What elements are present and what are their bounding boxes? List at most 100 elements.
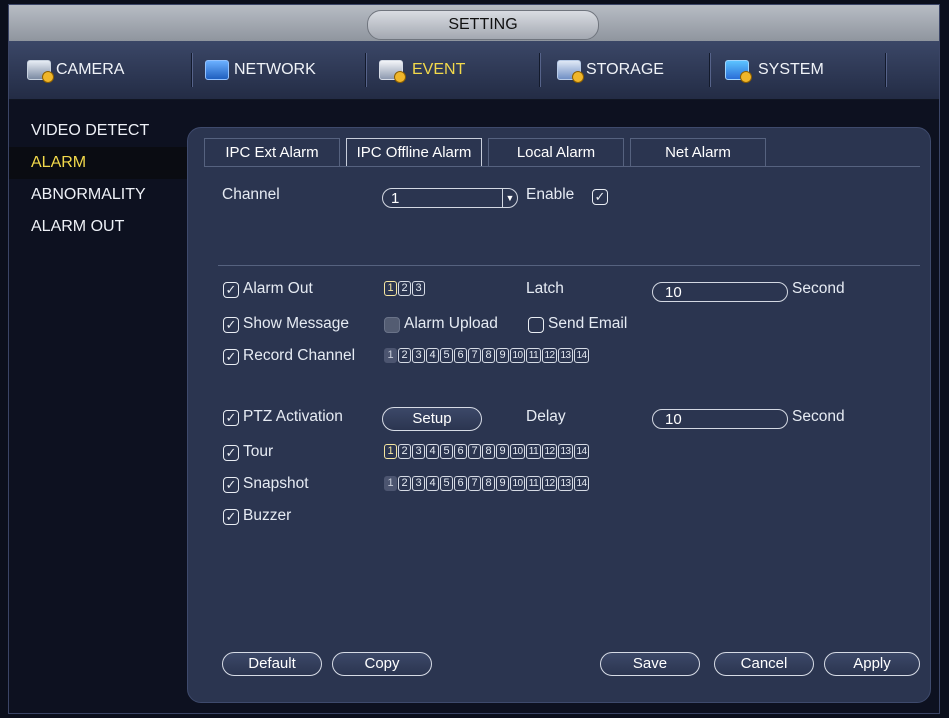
tab-ipc-offline-alarm[interactable]: IPC Offline Alarm [346,138,482,166]
record-channel-3[interactable]: 3 [412,348,425,363]
latch-unit-label: Second [792,280,845,297]
latch-input[interactable]: 10 [652,282,788,302]
record-channel-checkbox[interactable]: ✓ [223,349,239,365]
tab-ipc-ext-alarm[interactable]: IPC Ext Alarm [204,138,340,166]
record-channel-13[interactable]: 13 [558,348,573,363]
channel-value: 1 [391,190,400,207]
title-bar: SETTING [9,5,939,41]
ptz-activation-checkbox[interactable]: ✓ [223,410,239,426]
buzzer-label: Buzzer [243,507,292,524]
record-channel-6[interactable]: 6 [454,348,467,363]
nav-camera[interactable]: CAMERA [27,51,124,89]
snapshot-channel-5[interactable]: 5 [440,476,453,491]
record-channel-5[interactable]: 5 [440,348,453,363]
snapshot-channel-3[interactable]: 3 [412,476,425,491]
tour-channel-12[interactable]: 12 [542,444,557,459]
record-channel-4[interactable]: 4 [426,348,439,363]
nav-storage-label: STORAGE [586,61,664,78]
snapshot-channel-2[interactable]: 2 [398,476,411,491]
snapshot-channel-13[interactable]: 13 [558,476,573,491]
snapshot-channel-9[interactable]: 9 [496,476,509,491]
record-channel-11[interactable]: 11 [526,348,541,363]
snapshot-channel-6[interactable]: 6 [454,476,467,491]
alarm-out-1[interactable]: 1 [384,281,397,296]
storage-icon [557,60,584,83]
tab-local-alarm[interactable]: Local Alarm [488,138,624,166]
nav-storage[interactable]: STORAGE [557,51,664,89]
top-navigation: CAMERA NETWORK EVENT STORAGE SYSTEM [9,41,939,100]
alarm-out-numbers: 1 2 3 [384,281,426,296]
show-message-checkbox[interactable]: ✓ [223,317,239,333]
ptz-setup-button[interactable]: Setup [382,407,482,431]
record-channel-label: Record Channel [243,347,356,364]
tour-channel-5[interactable]: 5 [440,444,453,459]
nav-event[interactable]: EVENT [379,51,465,89]
tour-channel-13[interactable]: 13 [558,444,573,459]
snapshot-channel-8[interactable]: 8 [482,476,495,491]
record-channel-7[interactable]: 7 [468,348,481,363]
nav-system[interactable]: SYSTEM [725,51,824,89]
tour-channel-10[interactable]: 10 [510,444,525,459]
alarm-out-3[interactable]: 3 [412,281,425,296]
cancel-button[interactable]: Cancel [714,652,814,676]
record-channel-9[interactable]: 9 [496,348,509,363]
delay-input[interactable]: 10 [652,409,788,429]
snapshot-channel-12[interactable]: 12 [542,476,557,491]
enable-label: Enable [526,186,575,203]
nav-network-label: NETWORK [234,61,316,78]
tour-channel-2[interactable]: 2 [398,444,411,459]
tab-net-alarm[interactable]: Net Alarm [630,138,766,166]
buzzer-checkbox[interactable]: ✓ [223,509,239,525]
sidebar-item-video-detect[interactable]: VIDEO DETECT [9,115,189,147]
snapshot-channel-7[interactable]: 7 [468,476,481,491]
snapshot-checkbox[interactable]: ✓ [223,477,239,493]
alarm-out-checkbox[interactable]: ✓ [223,282,239,298]
channel-select[interactable]: 1 ▼ [382,188,518,208]
tour-channel-14[interactable]: 14 [574,444,589,459]
tour-channel-9[interactable]: 9 [496,444,509,459]
tour-channel-6[interactable]: 6 [454,444,467,459]
delay-label: Delay [526,408,566,425]
tour-channel-3[interactable]: 3 [412,444,425,459]
sidebar-item-alarm-out[interactable]: ALARM OUT [9,211,189,243]
tour-channel-1[interactable]: 1 [384,444,397,459]
alarm-out-2[interactable]: 2 [398,281,411,296]
record-channel-2[interactable]: 2 [398,348,411,363]
tour-channel-4[interactable]: 4 [426,444,439,459]
alarm-settings-panel: IPC Ext Alarm IPC Offline Alarm Local Al… [187,127,931,703]
latch-label: Latch [526,280,564,297]
default-button[interactable]: Default [222,652,322,676]
nav-system-label: SYSTEM [758,61,824,78]
window-title: SETTING [367,10,599,40]
snapshot-channel-11[interactable]: 11 [526,476,541,491]
snapshot-channel-14[interactable]: 14 [574,476,589,491]
camera-icon [27,60,54,83]
delay-unit-label: Second [792,408,845,425]
record-channel-8[interactable]: 8 [482,348,495,363]
sidebar-item-abnormality[interactable]: ABNORMALITY [9,179,189,211]
send-email-checkbox[interactable] [528,317,544,333]
snapshot-channel-10[interactable]: 10 [510,476,525,491]
event-icon [379,60,406,83]
snapshot-channel-1[interactable]: 1 [384,476,397,491]
send-email-label: Send Email [548,315,628,332]
record-channel-14[interactable]: 14 [574,348,589,363]
apply-button[interactable]: Apply [824,652,920,676]
alarm-upload-label: Alarm Upload [404,315,498,332]
tour-channel-8[interactable]: 8 [482,444,495,459]
record-channel-1[interactable]: 1 [384,348,397,363]
record-channel-12[interactable]: 12 [542,348,557,363]
sidebar-item-alarm[interactable]: ALARM [9,147,189,179]
copy-button[interactable]: Copy [332,652,432,676]
save-button[interactable]: Save [600,652,700,676]
snapshot-channel-4[interactable]: 4 [426,476,439,491]
nav-network[interactable]: NETWORK [205,51,316,89]
alarm-upload-checkbox[interactable] [384,317,400,333]
tour-channel-11[interactable]: 11 [526,444,541,459]
tour-channel-7[interactable]: 7 [468,444,481,459]
tour-checkbox[interactable]: ✓ [223,445,239,461]
ptz-activation-label: PTZ Activation [243,408,343,425]
nav-event-label: EVENT [412,61,466,78]
record-channel-10[interactable]: 10 [510,348,525,363]
enable-checkbox[interactable]: ✓ [592,189,608,205]
